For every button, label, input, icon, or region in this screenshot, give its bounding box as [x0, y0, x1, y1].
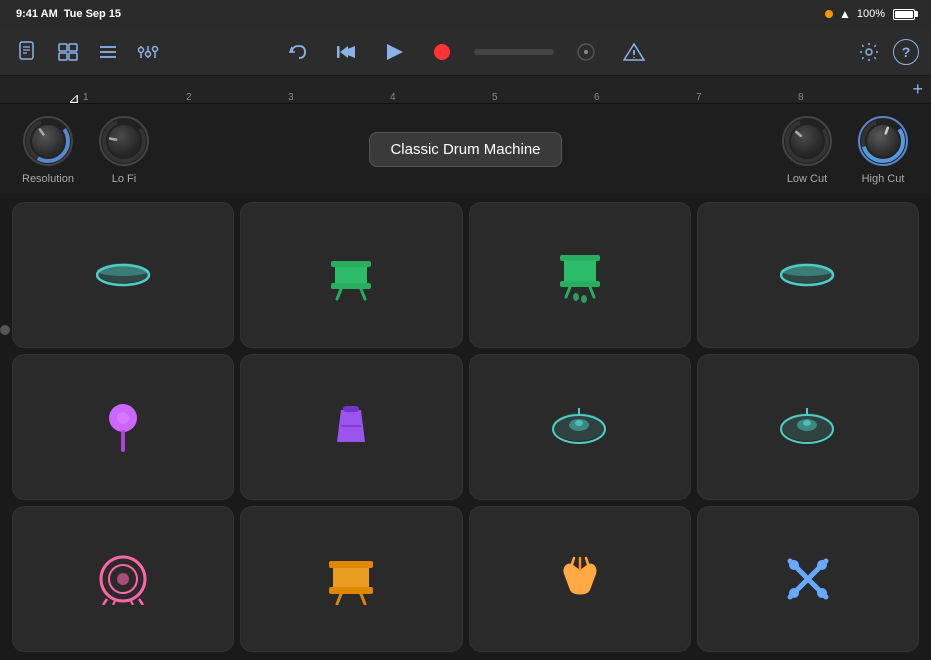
- add-track-button[interactable]: +: [912, 79, 923, 100]
- arrange-button[interactable]: [52, 36, 84, 68]
- ruler-mark-4: 4: [390, 92, 396, 103]
- toolbar-left: [12, 36, 282, 68]
- side-dot: [0, 325, 10, 335]
- high-cut-label: High Cut: [862, 173, 905, 185]
- lofi-label: Lo Fi: [112, 173, 136, 185]
- drum-pad-7[interactable]: [469, 354, 691, 500]
- ruler: ⊿ 1 2 3 4 5 6 7 8 +: [0, 76, 931, 104]
- status-bar: 9:41 AM Tue Sep 15 ▲ 100%: [0, 0, 931, 28]
- ruler-mark-5: 5: [492, 92, 498, 103]
- list-button[interactable]: [92, 36, 124, 68]
- toolbar-right: ?: [650, 36, 920, 68]
- wifi-icon: ▲: [839, 7, 851, 21]
- toolbar: ?: [0, 28, 931, 76]
- high-cut-knob[interactable]: [855, 113, 911, 169]
- orange-dot: [825, 10, 833, 18]
- lofi-knob[interactable]: [96, 113, 152, 169]
- level-indicator: [474, 49, 554, 55]
- drum-pad-6[interactable]: [240, 354, 462, 500]
- undo-button[interactable]: [282, 36, 314, 68]
- record-button[interactable]: [426, 36, 458, 68]
- settings-button[interactable]: [853, 36, 885, 68]
- battery-display: 100%: [857, 8, 885, 20]
- ruler-mark-8: 8: [798, 92, 804, 103]
- battery-icon: [893, 9, 915, 20]
- resolution-knob[interactable]: [20, 113, 76, 169]
- drum-pad-8[interactable]: [697, 354, 919, 500]
- low-cut-label: Low Cut: [787, 173, 827, 185]
- ruler-mark-6: 6: [594, 92, 600, 103]
- mixer-button[interactable]: [132, 36, 164, 68]
- ruler-mark-7: 7: [696, 92, 702, 103]
- controls-area: Resolution Lo Fi Classic Drum Machine: [0, 104, 931, 194]
- date-display: Tue Sep 15: [64, 8, 121, 20]
- high-cut-knob-group: High Cut: [855, 113, 911, 185]
- drum-pad-11[interactable]: [469, 506, 691, 652]
- lofi-knob-group: Lo Fi: [96, 113, 152, 185]
- drum-pad-4[interactable]: [697, 202, 919, 348]
- ruler-mark-2: 2: [186, 92, 192, 103]
- instrument-label-container: Classic Drum Machine: [172, 132, 759, 167]
- toolbar-center: [282, 36, 650, 68]
- play-button[interactable]: [378, 36, 410, 68]
- instrument-name[interactable]: Classic Drum Machine: [369, 132, 561, 167]
- drum-pad-12[interactable]: [697, 506, 919, 652]
- speaker-button[interactable]: [570, 36, 602, 68]
- help-label: ?: [902, 44, 911, 60]
- resolution-knob-group: Resolution: [20, 113, 76, 185]
- ruler-mark-3: 3: [288, 92, 294, 103]
- status-left: 9:41 AM Tue Sep 15: [16, 8, 121, 20]
- rewind-button[interactable]: [330, 36, 362, 68]
- drum-pad-1[interactable]: [12, 202, 234, 348]
- alert-button[interactable]: [618, 36, 650, 68]
- drum-pad-3[interactable]: [469, 202, 691, 348]
- drum-pad-2[interactable]: [240, 202, 462, 348]
- resolution-label: Resolution: [22, 173, 74, 185]
- status-right: ▲ 100%: [825, 7, 915, 21]
- help-button[interactable]: ?: [893, 39, 919, 65]
- ruler-mark-1: 1: [83, 92, 89, 103]
- drum-pad-10[interactable]: [240, 506, 462, 652]
- drum-pad-5[interactable]: [12, 354, 234, 500]
- low-cut-knob[interactable]: [779, 113, 835, 169]
- document-button[interactable]: [12, 36, 44, 68]
- playhead[interactable]: ⊿: [68, 90, 80, 107]
- drum-grid: [0, 194, 931, 660]
- low-cut-knob-group: Low Cut: [779, 113, 835, 185]
- time-display: 9:41 AM: [16, 8, 58, 20]
- drum-pad-9[interactable]: [12, 506, 234, 652]
